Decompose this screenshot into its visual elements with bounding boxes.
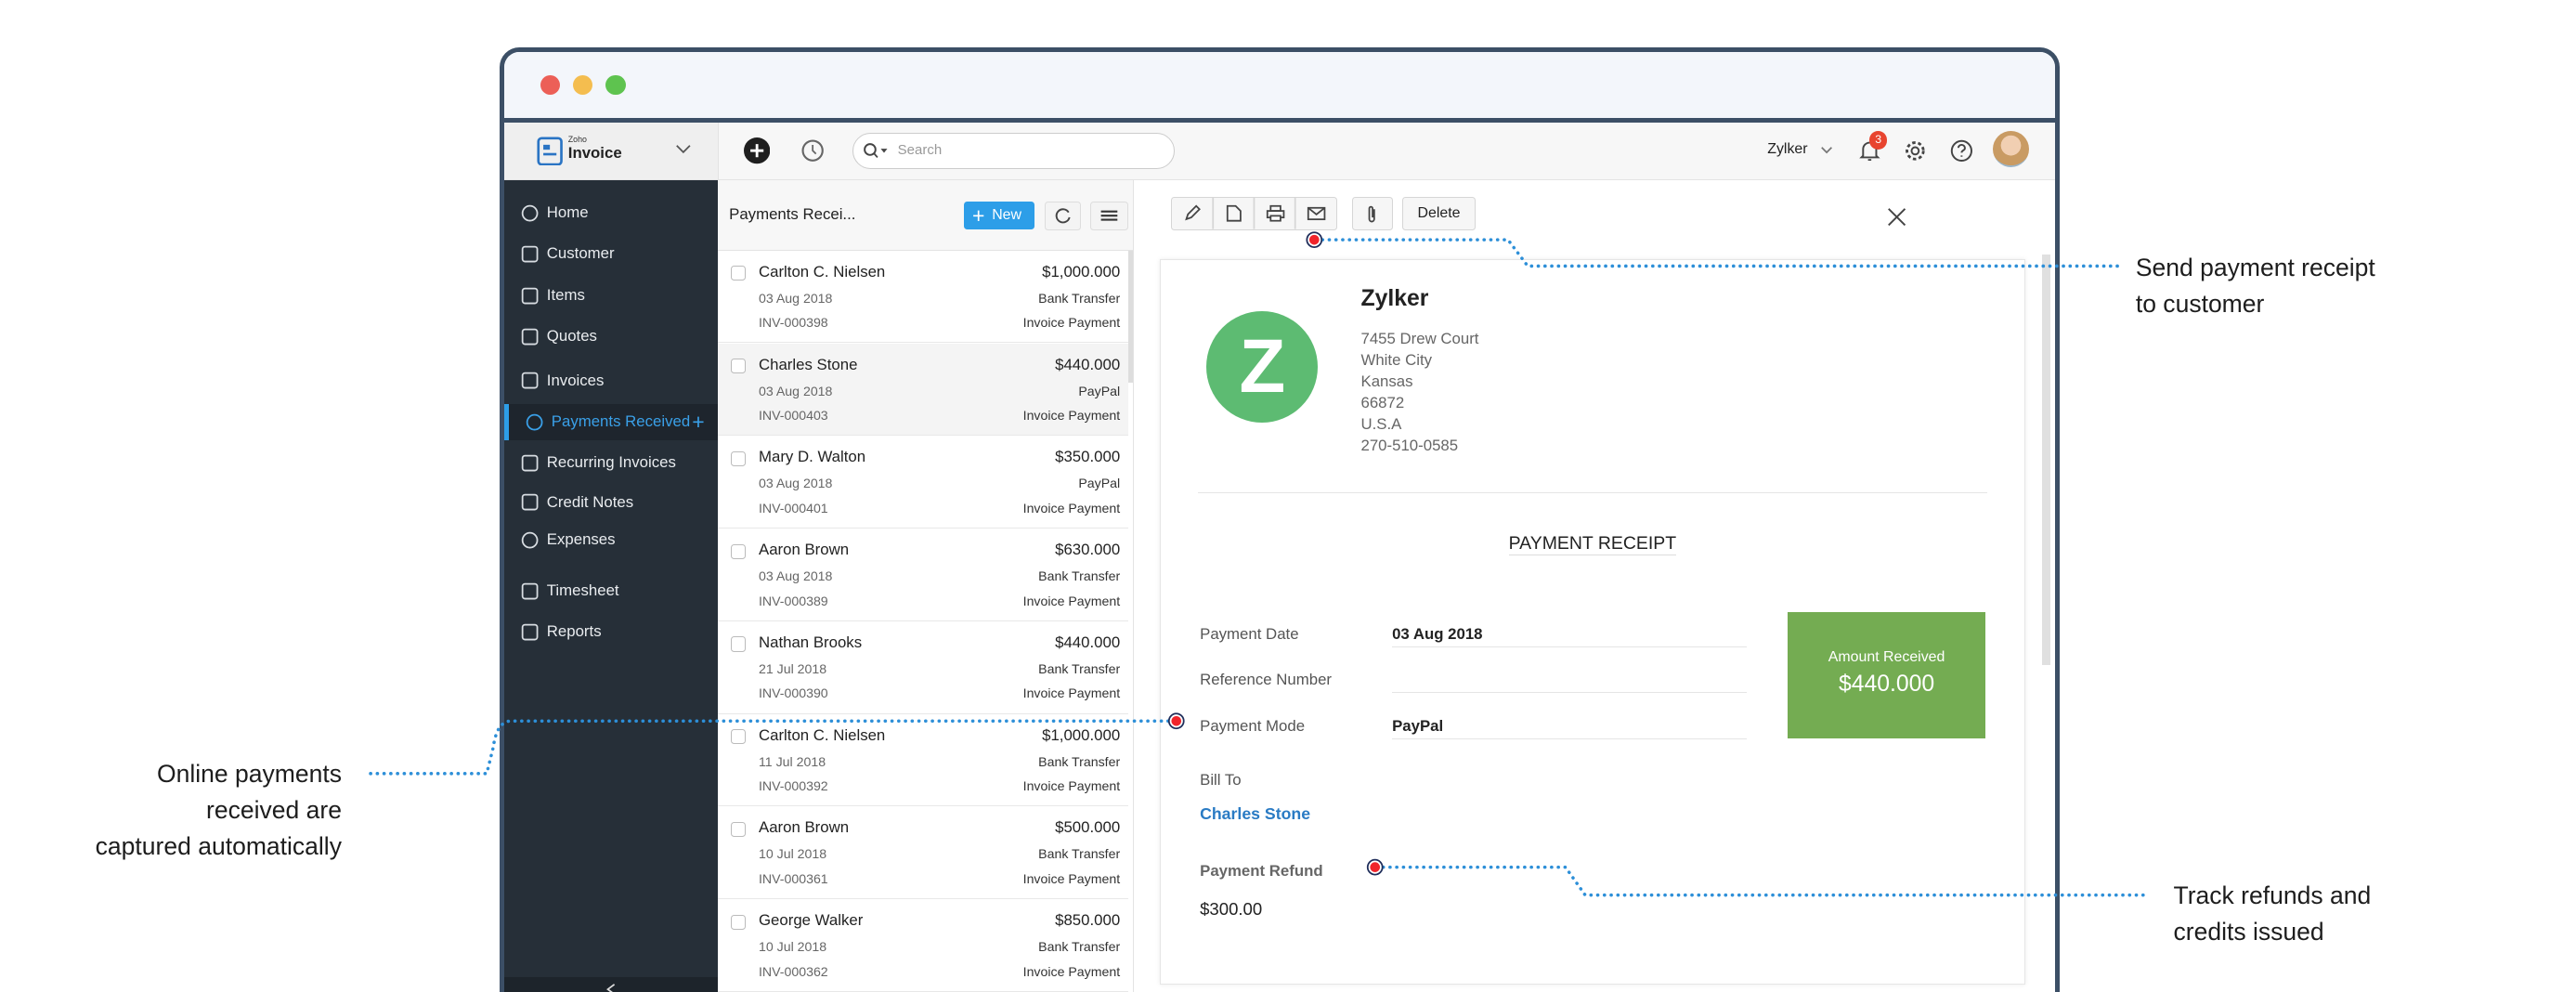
annotation-line: Send payment receipt xyxy=(2135,253,2375,281)
annotation-lines xyxy=(368,231,2149,897)
annotation-line: Track refunds and xyxy=(2173,881,2372,909)
annotation-line: to customer xyxy=(2135,289,2265,318)
annotation-send-receipt: Send payment receipt to customer xyxy=(2136,250,2375,322)
annotation-line: Online payments xyxy=(156,759,342,788)
annotation-line: credits issued xyxy=(2173,917,2324,946)
annotation-markers xyxy=(1167,231,1384,876)
annotation-connector xyxy=(368,719,1170,776)
annotation-connector xyxy=(1321,238,2121,268)
annotation-connector xyxy=(1381,865,2149,897)
annotation-line: captured automatically xyxy=(95,831,342,860)
annotation-online-payments: Online payments received are captured au… xyxy=(0,756,342,865)
annotation-refunds: Track refunds and credits issued xyxy=(2174,878,2372,950)
stage: Zoho Invoice Search Zylker 3 Home Custome… xyxy=(0,0,2576,992)
annotation-line: received are xyxy=(206,795,342,824)
